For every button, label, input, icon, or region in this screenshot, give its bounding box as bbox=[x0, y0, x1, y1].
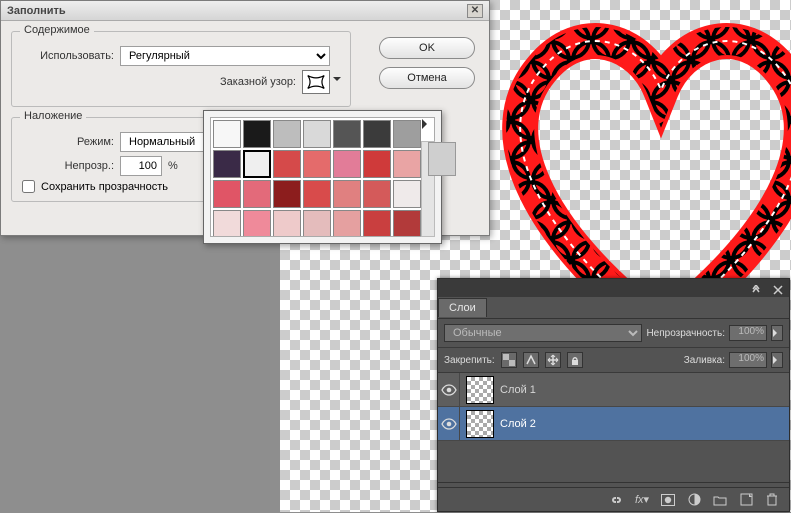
pattern-swatch[interactable] bbox=[243, 120, 271, 148]
pattern-swatch[interactable] bbox=[213, 210, 241, 237]
layer-opacity-label: Непрозрачность: bbox=[646, 328, 725, 339]
lock-label: Закрепить: bbox=[444, 355, 495, 366]
layer-row[interactable]: Слой 2 bbox=[438, 407, 789, 441]
pattern-swatch[interactable] bbox=[273, 150, 301, 178]
preserve-checkbox-input[interactable] bbox=[22, 180, 35, 193]
pattern-grid bbox=[210, 117, 435, 237]
pattern-swatch[interactable] bbox=[333, 210, 361, 237]
use-select[interactable]: Регулярный bbox=[120, 46, 330, 66]
pattern-swatch[interactable] bbox=[393, 210, 421, 237]
content-legend: Содержимое bbox=[20, 24, 94, 36]
pattern-swatch[interactable] bbox=[213, 150, 241, 178]
collapse-icon[interactable] bbox=[749, 283, 763, 297]
lock-all-button[interactable] bbox=[567, 352, 583, 368]
new-layer-icon[interactable] bbox=[737, 491, 755, 509]
layer-fill-value[interactable]: 100% bbox=[729, 352, 767, 368]
pattern-swatch[interactable] bbox=[243, 210, 271, 237]
pattern-popup-scrollbar[interactable] bbox=[421, 141, 435, 237]
mode-label: Режим: bbox=[22, 136, 114, 148]
triangle-right-icon bbox=[773, 356, 781, 364]
layers-panel: Слои Обычные Непрозрачность: 100% Закреп… bbox=[437, 278, 790, 512]
pattern-swatch[interactable] bbox=[393, 180, 421, 208]
pattern-swatch[interactable] bbox=[213, 120, 241, 148]
layer-name[interactable]: Слой 2 bbox=[500, 418, 789, 430]
layer-name[interactable]: Слой 1 bbox=[500, 384, 789, 396]
preserve-label: Сохранить прозрачность bbox=[41, 181, 168, 193]
pattern-swatch[interactable] bbox=[303, 150, 331, 178]
use-label: Использовать: bbox=[22, 50, 114, 62]
opacity-input[interactable] bbox=[120, 156, 162, 176]
opacity-label: Непрозр.: bbox=[22, 160, 114, 172]
visibility-eye-icon[interactable] bbox=[438, 373, 460, 407]
pattern-swatch[interactable] bbox=[273, 210, 301, 237]
cancel-button[interactable]: Отмена bbox=[379, 67, 475, 89]
tab-layers[interactable]: Слои bbox=[438, 298, 487, 317]
close-icon[interactable]: ✕ bbox=[467, 4, 483, 18]
pattern-swatch[interactable] bbox=[393, 120, 421, 148]
lock-transparency-button[interactable] bbox=[501, 352, 517, 368]
pattern-swatch[interactable] bbox=[333, 120, 361, 148]
layer-fx-icon[interactable]: fx▾ bbox=[633, 491, 651, 509]
pattern-swatch[interactable] bbox=[273, 180, 301, 208]
triangle-right-icon bbox=[422, 119, 432, 129]
pattern-swatch[interactable] bbox=[363, 210, 391, 237]
pattern-swatch[interactable] bbox=[213, 180, 241, 208]
lock-position-button[interactable] bbox=[545, 352, 561, 368]
layer-fill-label: Заливка: bbox=[684, 355, 725, 366]
pattern-swatch[interactable] bbox=[363, 180, 391, 208]
blend-mode-select[interactable]: Обычные bbox=[444, 324, 642, 342]
layer-thumbnail[interactable] bbox=[466, 410, 494, 438]
visibility-eye-icon[interactable] bbox=[438, 407, 460, 441]
layer-list: Слой 1 Слой 2 bbox=[438, 373, 789, 483]
custom-pattern-label: Заказной узор: bbox=[220, 76, 296, 88]
layer-thumbnail[interactable] bbox=[466, 376, 494, 404]
chevron-down-icon bbox=[333, 77, 341, 85]
lock-pixels-button[interactable] bbox=[523, 352, 539, 368]
blend-legend: Наложение bbox=[20, 110, 86, 122]
pattern-swatch[interactable] bbox=[273, 120, 301, 148]
layer-fill-flyout[interactable] bbox=[771, 352, 783, 368]
pattern-swatch[interactable] bbox=[243, 180, 271, 208]
content-groupbox: Содержимое Использовать: Регулярный Зака… bbox=[11, 31, 351, 107]
layer-opacity-flyout[interactable] bbox=[771, 325, 783, 341]
close-panel-icon[interactable] bbox=[771, 283, 785, 297]
dialog-title: Заполнить bbox=[7, 5, 66, 17]
pattern-swatch[interactable] bbox=[243, 150, 271, 178]
pattern-swatch[interactable] bbox=[363, 150, 391, 178]
layer-row[interactable]: Слой 1 bbox=[438, 373, 789, 407]
new-group-icon[interactable] bbox=[711, 491, 729, 509]
opacity-unit: % bbox=[168, 160, 178, 172]
pattern-picker-popup bbox=[203, 110, 442, 244]
pattern-swatch[interactable] bbox=[303, 180, 331, 208]
ok-button[interactable]: OK bbox=[379, 37, 475, 59]
pattern-swatch[interactable] bbox=[303, 120, 331, 148]
pattern-swatch[interactable] bbox=[303, 210, 331, 237]
triangle-right-icon bbox=[773, 329, 781, 337]
pattern-swatch[interactable] bbox=[333, 180, 361, 208]
pattern-swatch[interactable] bbox=[363, 120, 391, 148]
panel-dragbar[interactable] bbox=[438, 279, 789, 297]
layer-mask-icon[interactable] bbox=[659, 491, 677, 509]
layer-opacity-value[interactable]: 100% bbox=[729, 325, 767, 341]
delete-layer-icon[interactable] bbox=[763, 491, 781, 509]
dialog-titlebar[interactable]: Заполнить ✕ bbox=[1, 1, 489, 21]
link-layers-icon[interactable] bbox=[607, 491, 625, 509]
pattern-swatch[interactable] bbox=[393, 150, 421, 178]
pattern-swatch[interactable] bbox=[333, 150, 361, 178]
scrollbar-thumb[interactable] bbox=[428, 142, 456, 176]
pattern-popup-menu-button[interactable] bbox=[419, 117, 435, 131]
pattern-swatch-button[interactable] bbox=[302, 70, 330, 94]
adjustment-layer-icon[interactable] bbox=[685, 491, 703, 509]
